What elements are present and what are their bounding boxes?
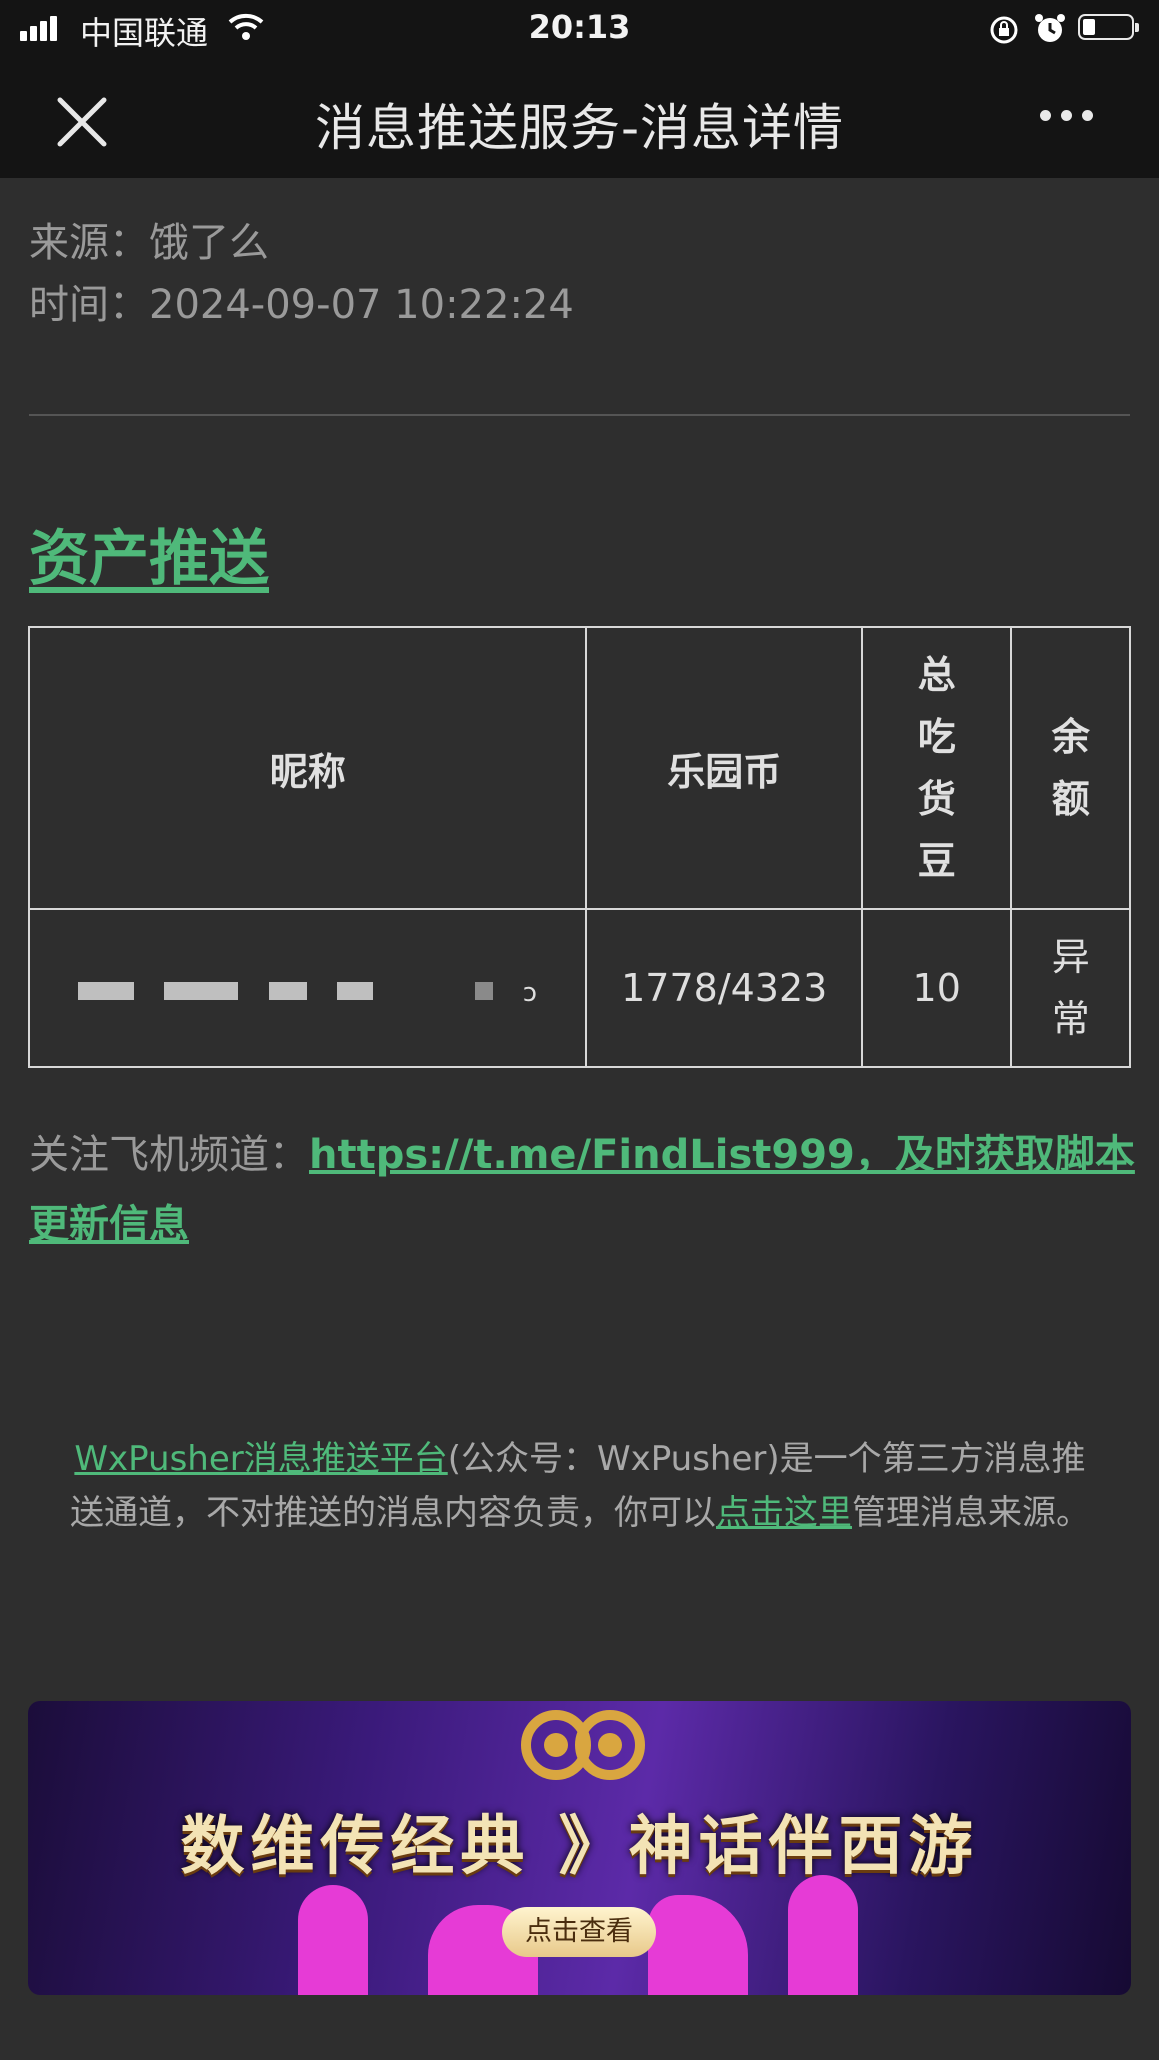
wxpusher-platform-link[interactable]: WxPusher消息推送平台 <box>74 1439 447 1479</box>
nickname-tail: ɔ <box>522 978 538 1008</box>
time-value: 2024-09-07 10:22:24 <box>149 282 574 328</box>
cell-nickname: ɔ <box>27 908 588 1068</box>
divider <box>29 414 1130 416</box>
footer-disclaimer: WxPusher消息推送平台(公众号：WxPusher)是一个第三方消息推送通道… <box>60 1432 1100 1540</box>
battery-icon <box>1078 14 1139 40</box>
time-label: 时间： <box>29 282 149 328</box>
follow-channel: 关注飞机频道：https://t.me/FindList999，及时获取脚本更新… <box>29 1120 1139 1260</box>
rotation-lock-icon <box>990 16 1018 44</box>
source-label: 来源： <box>29 220 149 266</box>
cell-balance-label: 异常 <box>1051 935 1090 1041</box>
header-nickname: 昵称 <box>27 626 588 910</box>
more-options-icon[interactable] <box>1040 106 1120 136</box>
redacted-text <box>268 981 307 1000</box>
table-header-row: 昵称 乐园币 总吃货豆 余额 <box>27 626 1131 910</box>
cell-beans: 10 <box>861 908 1013 1068</box>
redacted-text <box>336 981 373 1000</box>
nav-bar: 消息推送服务-消息详情 <box>0 58 1159 178</box>
banner-title: 数维传经典 》神话伴西游 <box>180 1810 979 1884</box>
header-balance-label: 余额 <box>1051 715 1090 821</box>
header-balance: 余额 <box>1010 626 1131 910</box>
cell-balance: 异常 <box>1010 908 1131 1068</box>
source-row: 来源：饿了么 <box>29 210 269 268</box>
status-time: 20:13 <box>528 8 631 46</box>
footer-text-2: 管理消息来源。 <box>852 1493 1090 1533</box>
cell-coins: 1778/4323 <box>585 908 864 1068</box>
header-coins: 乐园币 <box>585 626 864 910</box>
character-silhouette-icon <box>298 1885 368 1995</box>
page-title: 消息推送服务-消息详情 <box>314 99 845 157</box>
follow-label: 关注飞机频道： <box>29 1132 309 1178</box>
asset-push-heading[interactable]: 资产推送 <box>29 510 269 597</box>
gold-cloud-ornament-icon <box>521 1710 645 1780</box>
header-beans-label: 总吃货豆 <box>917 653 956 883</box>
character-silhouette-icon <box>788 1875 858 1995</box>
alarm-icon <box>1035 14 1065 42</box>
character-silhouette-icon <box>648 1895 748 1995</box>
manage-source-link[interactable]: 点击这里 <box>716 1493 852 1533</box>
time-row: 时间：2024-09-07 10:22:24 <box>29 272 574 330</box>
banner-view-button[interactable]: 点击查看 <box>502 1907 656 1957</box>
assets-table: 昵称 乐园币 总吃货豆 余额 ɔ 1778/4323 10 异常 <box>27 626 1131 1068</box>
source-value: 饿了么 <box>149 220 269 266</box>
redacted-text <box>78 981 135 1000</box>
ad-banner[interactable]: 数维传经典 》神话伴西游 点击查看 <box>28 1701 1131 1995</box>
redacted-text <box>474 981 493 1000</box>
table-row: ɔ 1778/4323 10 异常 <box>27 908 1131 1068</box>
header-beans: 总吃货豆 <box>861 626 1013 910</box>
redacted-text <box>164 981 239 1000</box>
status-bar: 中国联通 20:13 <box>0 0 1159 58</box>
